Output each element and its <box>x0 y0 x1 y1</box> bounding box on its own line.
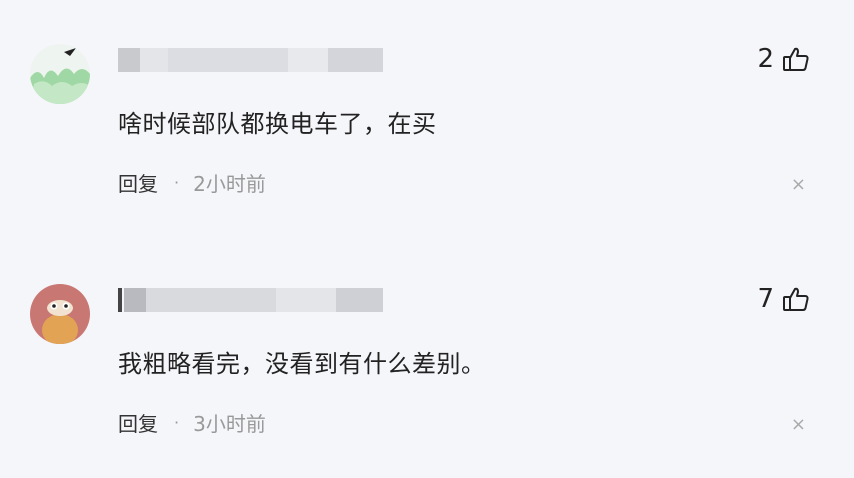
reply-button[interactable]: 回复 <box>118 408 158 437</box>
like-button[interactable]: 2 <box>757 44 810 74</box>
username-blurred <box>118 288 383 312</box>
close-icon[interactable]: × <box>791 416 806 434</box>
comment-meta: 回复 · 3小时前 <box>118 408 266 437</box>
comment-text: 我粗略看完，没看到有什么差别。 <box>118 350 486 378</box>
comment-text: 啥时候部队都换电车了，在买 <box>118 110 437 138</box>
separator-dot: · <box>174 173 180 192</box>
comment-item: 2 啥时候部队都换电车了，在买 回复 · 2小时前 × <box>0 0 854 230</box>
like-count: 7 <box>757 284 774 314</box>
avatar[interactable] <box>30 284 90 344</box>
comment-item: 7 我粗略看完，没看到有什么差别。 回复 · 3小时前 × <box>0 240 854 470</box>
like-count: 2 <box>757 44 774 74</box>
username-blurred <box>118 48 383 72</box>
like-button[interactable]: 7 <box>757 284 810 314</box>
timestamp: 2小时前 <box>193 172 266 196</box>
separator-dot: · <box>174 413 180 432</box>
thumbs-up-icon <box>783 287 809 311</box>
thumbs-up-icon <box>783 47 809 71</box>
comment-meta: 回复 · 2小时前 <box>118 168 266 197</box>
timestamp: 3小时前 <box>193 412 266 436</box>
avatar[interactable] <box>30 44 90 104</box>
close-icon[interactable]: × <box>791 176 806 194</box>
reply-button[interactable]: 回复 <box>118 168 158 197</box>
